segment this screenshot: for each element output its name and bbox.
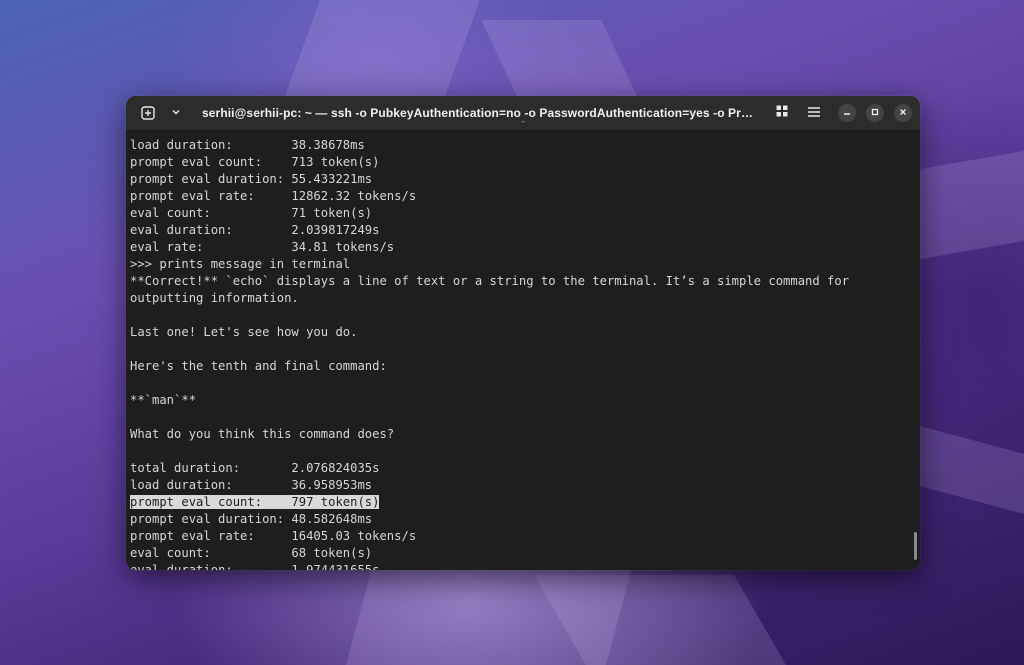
terminal-line-text: Here's the tenth and final command: [130,359,387,373]
terminal-line: eval duration: 2.039817249s [130,222,920,239]
plus-square-icon [138,103,158,123]
maximize-icon [871,108,879,119]
terminal-line-text: eval count: 71 token(s) [130,206,373,220]
minimize-button[interactable] [838,104,856,122]
scrollbar[interactable] [914,532,917,560]
close-icon [899,108,907,119]
terminal-line-text: prompt eval count: 713 token(s) [130,155,380,169]
minimize-icon [843,108,851,119]
terminal-line: What do you think this command does? [130,426,920,443]
terminal-line: total duration: 2.076824035s [130,460,920,477]
selected-terminal-line: prompt eval count: 797 token(s) [130,494,920,511]
terminal-line-text: prompt eval rate: 16405.03 tokens/s [130,529,417,543]
maximize-button[interactable] [866,104,884,122]
terminal-line: outputting information. [130,290,920,307]
terminal-line-text: prompt eval count: 797 token(s) [130,495,380,509]
terminal-line: eval duration: 1.974431655s [130,562,920,570]
titlebar[interactable]: serhii@serhii-pc: ~ — ssh -o PubkeyAuthe… [126,96,920,131]
hamburger-icon [808,105,820,121]
terminal-line-text: >>> prints message in terminal [130,257,351,271]
grid-view-button[interactable] [768,101,796,125]
terminal-line: eval count: 71 token(s) [130,205,920,222]
terminal-line-text: prompt eval duration: 55.433221ms [130,172,373,186]
terminal-output[interactable]: load duration: 38.38678ms prompt eval cou… [126,131,920,570]
terminal-line-text: eval count: 68 token(s) [130,546,373,560]
terminal-line-text: total duration: 2.076824035s [130,461,380,475]
terminal-line-text: **`man`** [130,393,197,407]
terminal-line: Here's the tenth and final command: [130,358,920,375]
new-tab-button[interactable] [134,101,162,125]
terminal-line: load duration: 36.958953ms [130,477,920,494]
terminal-line-text: eval duration: 2.039817249s [130,223,380,237]
terminal-line: Last one! Let's see how you do. [130,324,920,341]
terminal-line: **`man`** [130,392,920,409]
terminal-line-text: prompt eval duration: 48.582648ms [130,512,373,526]
terminal-line: >>> prints message in terminal [130,256,920,273]
window-title: serhii@serhii-pc: ~ — ssh -o PubkeyAuthe… [202,106,768,120]
terminal-line: eval rate: 34.81 tokens/s [130,239,920,256]
terminal-line-text: load duration: 38.38678ms [130,138,365,152]
terminal-line: prompt eval rate: 16405.03 tokens/s [130,528,920,545]
terminal-line: prompt eval rate: 12862.32 tokens/s [130,188,920,205]
terminal-line-text: eval duration: 1.974431655s [130,563,380,570]
tab-dropdown-button[interactable] [162,101,190,125]
terminal-line-text: Last one! Let's see how you do. [130,325,358,339]
grid-icon [776,105,788,121]
chevron-down-icon [171,105,181,121]
terminal-line: prompt eval duration: 55.433221ms [130,171,920,188]
terminal-line-text: prompt eval rate: 12862.32 tokens/s [130,189,417,203]
terminal-window[interactable]: serhii@serhii-pc: ~ — ssh -o PubkeyAuthe… [126,96,920,570]
title-marker: – [520,117,526,127]
terminal-line-text: load duration: 36.958953ms [130,478,373,492]
main-menu-button[interactable] [800,101,828,125]
terminal-line-text: What do you think this command does? [130,427,395,441]
terminal-line: load duration: 38.38678ms [130,137,920,154]
terminal-line: **Correct!** `echo` displays a line of t… [130,273,920,290]
terminal-line-text: **Correct!** `echo` displays a line of t… [130,274,850,288]
terminal-line: prompt eval duration: 48.582648ms [130,511,920,528]
terminal-line: eval count: 68 token(s) [130,545,920,562]
terminal-line-text: outputting information. [130,291,299,305]
terminal-line: prompt eval count: 713 token(s) [130,154,920,171]
terminal-line-text: eval rate: 34.81 tokens/s [130,240,395,254]
close-button[interactable] [894,104,912,122]
